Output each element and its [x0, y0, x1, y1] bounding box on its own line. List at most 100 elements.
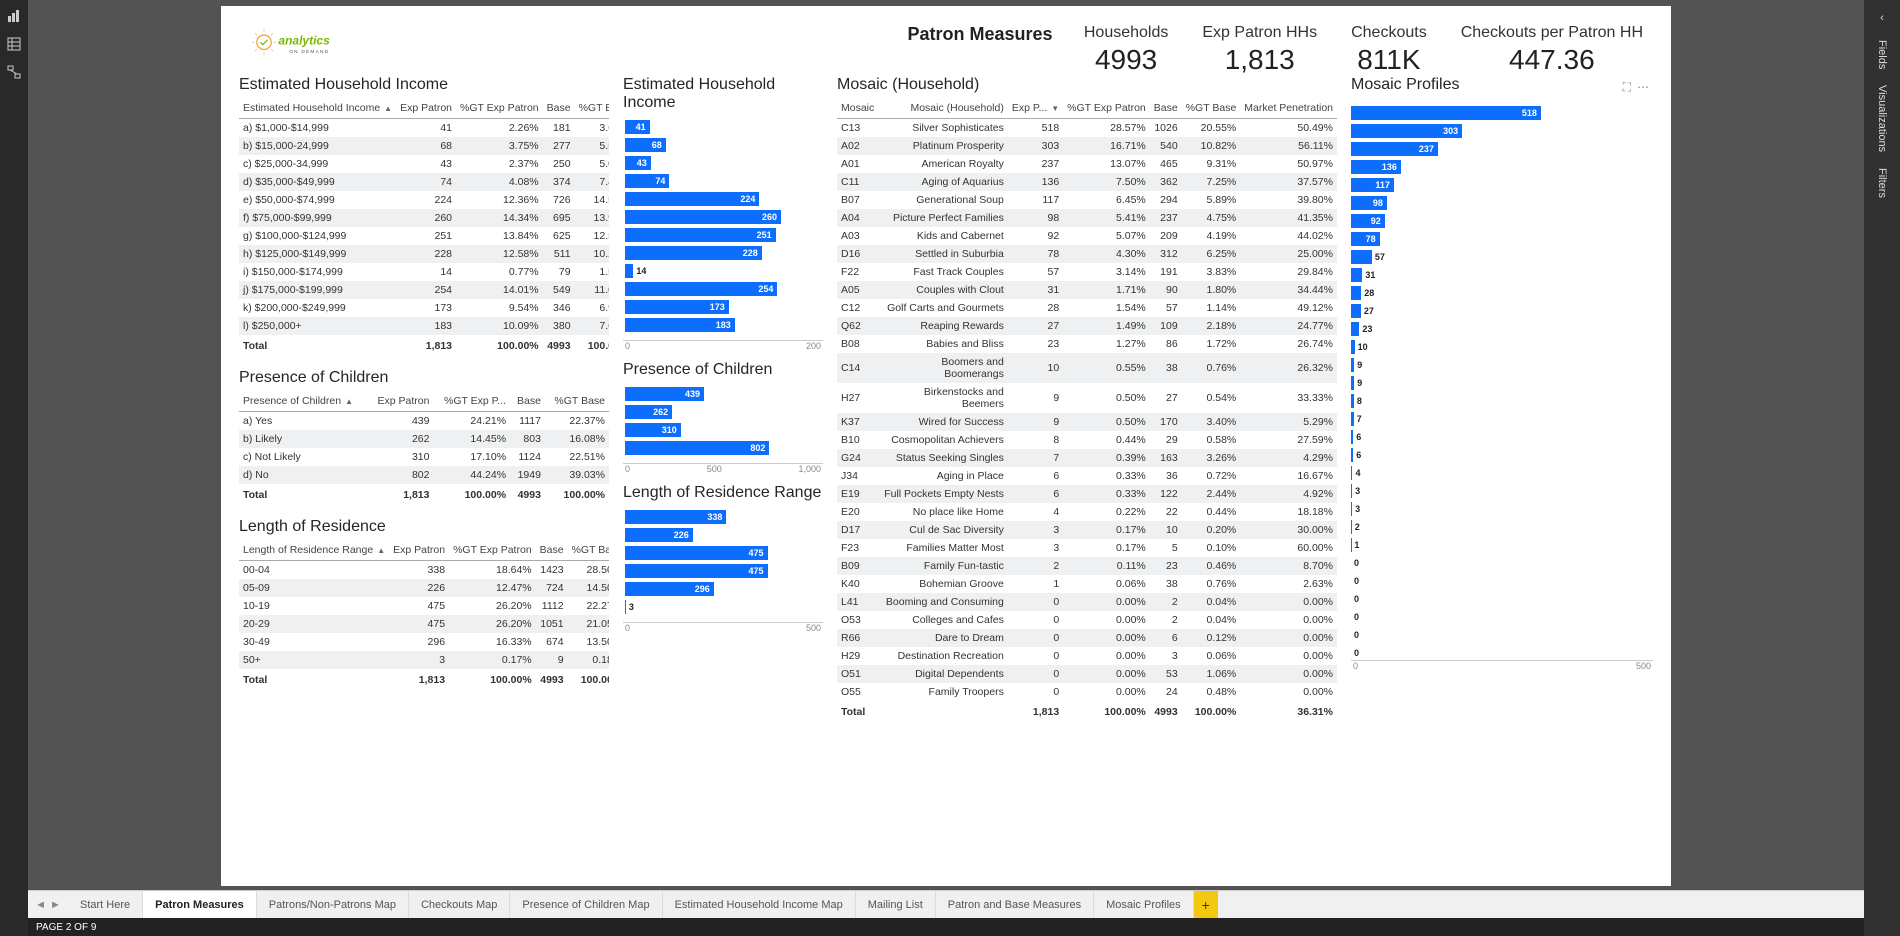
table-row[interactable]: i) $150,000-$174,999140.77%791.58%: [239, 263, 609, 281]
bar-row[interactable]: 8: [1351, 392, 1653, 410]
bar-row[interactable]: 296: [625, 580, 821, 598]
table-row[interactable]: g) $100,000-$124,99925113.84%62512.52%: [239, 227, 609, 245]
bar-row[interactable]: 43: [625, 154, 821, 172]
bar-row[interactable]: 7: [1351, 410, 1653, 428]
table-row[interactable]: H29Destination Recreation00.00%30.06%0.0…: [837, 647, 1337, 665]
table-row[interactable]: h) $125,000-$149,99922812.58%51110.23%: [239, 245, 609, 263]
bar-row[interactable]: 28: [1351, 284, 1653, 302]
table-row[interactable]: a) $1,000-$14,999412.26%1813.63%: [239, 119, 609, 138]
bar-row[interactable]: 10: [1351, 338, 1653, 356]
bar-row[interactable]: 228: [625, 244, 821, 262]
bar-row[interactable]: 6: [1351, 428, 1653, 446]
bar-row[interactable]: 0: [1351, 626, 1653, 644]
bar-row[interactable]: 262: [625, 403, 821, 421]
bar-row[interactable]: 78: [1351, 230, 1653, 248]
column-header[interactable]: %GT Exp P...: [433, 391, 510, 412]
bar-row[interactable]: 518: [1351, 104, 1653, 122]
column-header[interactable]: %GT Base: [575, 98, 609, 119]
table-row[interactable]: 20-2947526.20%105121.05%: [239, 615, 609, 633]
column-header[interactable]: Mosaic: [837, 98, 878, 119]
report-view-icon[interactable]: [6, 8, 22, 24]
bar-row[interactable]: 27: [1351, 302, 1653, 320]
bar-row[interactable]: 310: [625, 421, 821, 439]
prev-page-icon[interactable]: ◄: [35, 899, 46, 911]
bar-row[interactable]: 0: [1351, 554, 1653, 572]
bar-row[interactable]: 31: [1351, 266, 1653, 284]
page-tab[interactable]: Presence of Children Map: [510, 891, 662, 918]
table-row[interactable]: c) $25,000-34,999432.37%2505.01%: [239, 155, 609, 173]
bar-row[interactable]: 183: [625, 316, 821, 334]
table-row[interactable]: b) $15,000-24,999683.75%2775.55%: [239, 137, 609, 155]
add-page-button[interactable]: +: [1194, 891, 1218, 918]
table-row[interactable]: 50+30.17%90.18%: [239, 651, 609, 669]
bar-row[interactable]: 254: [625, 280, 821, 298]
table-row[interactable]: A05Couples with Clout311.71%901.80%34.44…: [837, 281, 1337, 299]
table-row[interactable]: L41Booming and Consuming00.00%20.04%0.00…: [837, 593, 1337, 611]
column-header[interactable]: %GT Exp Patron: [449, 540, 536, 561]
column-header[interactable]: %GT Base: [1182, 98, 1241, 119]
bar-row[interactable]: 260: [625, 208, 821, 226]
table-row[interactable]: l) $250,000+18310.09%3807.61%: [239, 317, 609, 335]
profiles-barchart[interactable]: 5183032371361179892785731282723109987664…: [1351, 98, 1653, 658]
page-tab[interactable]: Mailing List: [856, 891, 936, 918]
model-view-icon[interactable]: [6, 64, 22, 80]
bar-row[interactable]: 439: [625, 385, 821, 403]
children-table[interactable]: Presence of Children▲Exp Patron%GT Exp P…: [239, 391, 609, 504]
bar-row[interactable]: 6: [1351, 446, 1653, 464]
bar-row[interactable]: 57: [1351, 248, 1653, 266]
column-header[interactable]: Market Penetration: [1240, 98, 1337, 119]
table-row[interactable]: k) $200,000-$249,9991739.54%3466.93%: [239, 299, 609, 317]
table-row[interactable]: d) $35,000-$49,999744.08%3747.49%: [239, 173, 609, 191]
column-header[interactable]: Estimated Household Income▲: [239, 98, 396, 119]
page-tab[interactable]: Checkouts Map: [409, 891, 510, 918]
column-header[interactable]: Base: [536, 540, 568, 561]
bar-row[interactable]: 23: [1351, 320, 1653, 338]
bar-row[interactable]: 3: [1351, 500, 1653, 518]
bar-row[interactable]: 136: [1351, 158, 1653, 176]
column-header[interactable]: Exp Patron: [389, 540, 449, 561]
table-row[interactable]: R66Dare to Dream00.00%60.12%0.00%: [837, 629, 1337, 647]
column-header[interactable]: Exp Patron: [396, 98, 456, 119]
table-row[interactable]: C11Aging of Aquarius1367.50%3627.25%37.5…: [837, 173, 1337, 191]
column-header[interactable]: %GT Base: [568, 540, 609, 561]
bar-row[interactable]: 475: [625, 562, 821, 580]
data-view-icon[interactable]: [6, 36, 22, 52]
bar-row[interactable]: 3: [625, 598, 821, 616]
bar-row[interactable]: 226: [625, 526, 821, 544]
table-row[interactable]: C13Silver Sophisticates51828.57%102620.5…: [837, 119, 1337, 138]
column-header[interactable]: Presence of Children▲: [239, 391, 368, 412]
pane-tab-visualizations[interactable]: Visualizations: [1874, 77, 1890, 160]
column-header[interactable]: Exp P...▼: [1008, 98, 1063, 119]
table-row[interactable]: C12Golf Carts and Gourmets281.54%571.14%…: [837, 299, 1337, 317]
children-barchart[interactable]: Presence of Children 439262310802 05001,…: [623, 361, 823, 474]
column-header[interactable]: %GT Exp Patron: [456, 98, 543, 119]
table-row[interactable]: C14Boomers and Boomerangs100.55%380.76%2…: [837, 353, 1337, 383]
table-row[interactable]: A02Platinum Prosperity30316.71%54010.82%…: [837, 137, 1337, 155]
table-row[interactable]: O53Colleges and Cafes00.00%20.04%0.00%: [837, 611, 1337, 629]
income-table[interactable]: Estimated Household Income▲Exp Patron%GT…: [239, 98, 609, 355]
table-row[interactable]: c) Not Likely31017.10%112422.51%: [239, 448, 609, 466]
bar-row[interactable]: 802: [625, 439, 821, 457]
table-row[interactable]: B08Babies and Bliss231.27%861.72%26.74%: [837, 335, 1337, 353]
bar-row[interactable]: 475: [625, 544, 821, 562]
focus-mode-icon[interactable]: ⛶: [1623, 80, 1631, 95]
bar-row[interactable]: 14: [625, 262, 821, 280]
bar-row[interactable]: 251: [625, 226, 821, 244]
table-row[interactable]: 05-0922612.47%72414.50%: [239, 579, 609, 597]
table-row[interactable]: j) $175,000-$199,99925414.01%54911.00%: [239, 281, 609, 299]
bar-row[interactable]: 0: [1351, 572, 1653, 590]
bar-row[interactable]: 237: [1351, 140, 1653, 158]
table-row[interactable]: E19Full Pockets Empty Nests60.33%1222.44…: [837, 485, 1337, 503]
bar-row[interactable]: 0: [1351, 644, 1653, 658]
column-header[interactable]: Base: [510, 391, 545, 412]
table-row[interactable]: K40Bohemian Groove10.06%380.76%2.63%: [837, 575, 1337, 593]
table-row[interactable]: d) No80244.24%194939.03%: [239, 466, 609, 484]
table-row[interactable]: D16Settled in Suburbia784.30%3126.25%25.…: [837, 245, 1337, 263]
table-row[interactable]: a) Yes43924.21%111722.37%: [239, 412, 609, 431]
table-row[interactable]: f) $75,000-$99,99926014.34%69513.92%: [239, 209, 609, 227]
bar-row[interactable]: 224: [625, 190, 821, 208]
table-row[interactable]: 10-1947526.20%111222.27%: [239, 597, 609, 615]
column-header[interactable]: Base: [543, 98, 575, 119]
table-row[interactable]: F22Fast Track Couples573.14%1913.83%29.8…: [837, 263, 1337, 281]
bar-row[interactable]: 303: [1351, 122, 1653, 140]
